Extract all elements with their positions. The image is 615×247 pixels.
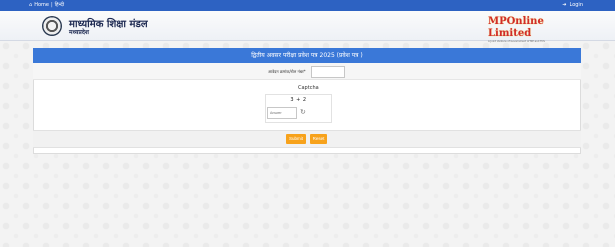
form-title: द्वितीय अवसर परीक्षा प्रवेश पत्र 2025 (प… <box>33 48 581 63</box>
button-row <box>33 130 581 148</box>
home-icon[interactable]: ⌂ <box>29 0 32 11</box>
login-icon[interactable]: ➜ <box>562 0 566 11</box>
application-label: आवेदन क्रमांक/रोल नंबर* <box>268 69 306 74</box>
top-nav-right: ➜ Login <box>562 0 583 11</box>
mponline-logo: MPOnline Limited A Joint Venture of Gove… <box>488 16 574 43</box>
mponline-tagline: A Joint Venture of Government of MP and … <box>488 40 545 43</box>
language-toggle[interactable]: हिन्दी <box>55 0 64 11</box>
submit-button[interactable]: Submit <box>286 134 306 144</box>
reset-button[interactable]: Reset <box>310 134 327 144</box>
captcha-question: 3 + 2 <box>290 97 307 103</box>
top-nav-bar: ⌂ Home | हिन्दी ➜ Login <box>0 0 615 11</box>
board-emblem-icon <box>42 16 62 36</box>
captcha-label: Captcha <box>298 85 319 91</box>
mponline-brand-name: MPOnline Limited <box>488 16 544 39</box>
application-number-input[interactable] <box>311 66 345 78</box>
refresh-icon[interactable]: ↻ <box>300 107 306 117</box>
login-link[interactable]: Login <box>570 0 584 11</box>
home-link[interactable]: Home <box>34 0 49 11</box>
top-nav-left: ⌂ Home | हिन्दी <box>29 0 64 11</box>
application-row <box>33 63 581 80</box>
nav-separator: | <box>50 2 53 8</box>
captcha-answer-input[interactable] <box>267 107 297 119</box>
organization-location: मध्यप्रदेश <box>69 29 90 36</box>
